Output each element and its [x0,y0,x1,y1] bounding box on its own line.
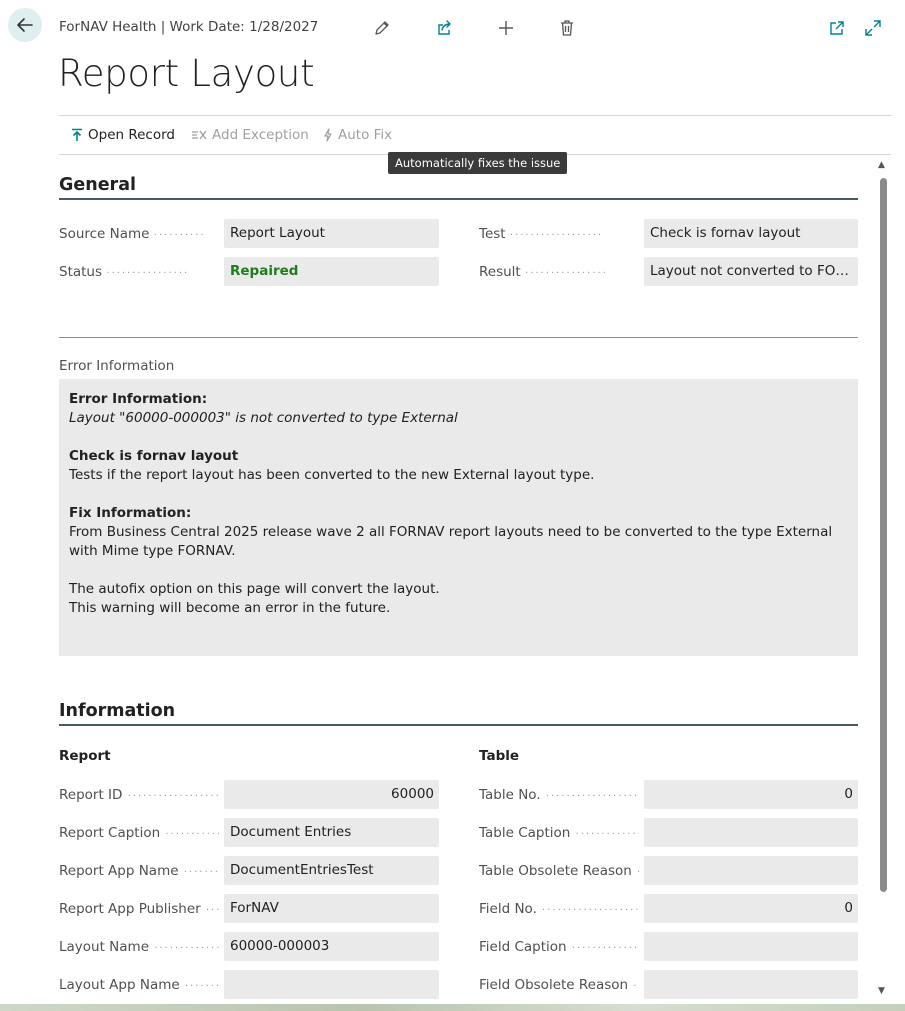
pencil-icon [375,21,389,35]
layout-app-name-label: Layout App Name ························… [59,977,219,993]
result-label: Result ················ [479,264,608,280]
information-section-title[interactable]: Information [59,701,175,721]
error-information-caption: Error Information [59,358,175,374]
layout-app-name-field[interactable] [224,970,439,999]
report-caption-label: Report Caption ·························… [59,825,219,841]
share-button[interactable] [432,16,456,40]
page-scrollbar[interactable]: ▲ ▼ [876,158,890,1000]
scroll-thumb[interactable] [880,178,887,892]
report-id-label: Report ID ······························… [59,787,219,803]
desktop-background-strip [0,1004,905,1011]
page-title: Report Layout [58,52,315,95]
expand-button[interactable] [861,16,885,40]
source-name-field[interactable]: Report Layout [224,219,439,248]
error-info-divider [59,337,858,338]
back-button[interactable] [8,8,42,42]
table-no-field[interactable]: 0 [644,780,858,809]
check-text: Tests if the report layout has been conv… [69,467,595,483]
general-section-title[interactable]: General [59,175,136,195]
table-obsolete-reason-label: Table Obsolete Reason ··················… [479,863,639,879]
report-app-name-field[interactable]: DocumentEntriesTest [224,856,439,885]
action-bar: Open Record Add Exception Auto Fix [59,115,891,155]
new-button[interactable] [494,16,518,40]
open-in-new-window-icon [830,21,844,35]
auto-fix-tooltip: Automatically fixes the issue [388,152,568,174]
layout-name-field[interactable]: 60000-000003 [224,932,439,961]
table-obsolete-reason-field[interactable] [644,856,858,885]
report-caption-field[interactable]: Document Entries [224,818,439,847]
result-field[interactable]: Layout not converted to FORN... [644,257,858,286]
field-obsolete-reason-field[interactable] [644,970,858,999]
trash-icon [561,20,573,36]
test-label: Test ·················· [479,226,604,242]
autofix-line: The autofix option on this page will con… [69,581,440,597]
report-id-field[interactable]: 60000 [224,780,439,809]
lightning-icon [324,128,332,142]
status-field[interactable]: Repaired [224,257,439,286]
status-label: Status ················ [59,264,190,280]
test-field[interactable]: Check is fornav layout [644,219,858,248]
error-information-box[interactable]: Error Information: Layout "60000-000003"… [59,379,858,656]
table-no-label: Table No. ······························… [479,787,639,803]
table-caption-field[interactable] [644,818,858,847]
plus-icon [499,21,513,35]
information-section-divider [59,724,858,726]
add-exception-button[interactable]: Add Exception [191,127,309,143]
open-record-icon [72,128,82,141]
field-obsolete-reason-label: Field Obsolete Reason ··················… [479,977,639,993]
table-caption-label: Table Caption ··························… [479,825,639,841]
top-bar: ForNAV Health | Work Date: 1/28/2027 [0,0,905,56]
source-name-label: Source Name ·········· [59,226,206,242]
open-record-button[interactable]: Open Record [71,127,175,143]
error-heading: Error Information: [69,391,208,407]
error-detail: Layout "60000-000003" is not converted t… [69,410,458,426]
layout-name-label: Layout Name ····························… [59,939,219,955]
report-app-publisher-field[interactable]: ForNAV [224,894,439,923]
share-icon [438,20,451,35]
edit-button[interactable] [370,16,394,40]
field-caption-field[interactable] [644,932,858,961]
fix-text: From Business Central 2025 release wave … [69,524,833,559]
table-group-heading: Table [479,748,520,764]
back-arrow-icon [17,18,33,32]
scroll-up-icon[interactable]: ▲ [878,160,885,170]
field-no-field[interactable]: 0 [644,894,858,923]
add-exception-label: Add Exception [212,127,309,143]
expand-icon [865,20,881,36]
breadcrumb: ForNAV Health | Work Date: 1/28/2027 [59,19,319,35]
field-caption-label: Field Caption ··························… [479,939,639,955]
open-record-label: Open Record [88,127,175,143]
add-exception-icon [192,130,207,140]
fix-heading: Fix Information: [69,505,192,521]
field-no-label: Field No. ······························… [479,901,639,917]
report-app-name-label: Report App Name ························… [59,863,219,879]
warning-line: This warning will become an error in the… [69,600,391,616]
auto-fix-button[interactable]: Auto Fix [323,127,392,143]
scroll-down-icon[interactable]: ▼ [878,986,885,996]
check-heading: Check is fornav layout [69,448,239,464]
auto-fix-label: Auto Fix [338,127,393,143]
report-app-publisher-label: Report App Publisher ···················… [59,901,219,917]
open-in-new-window-button[interactable] [825,16,849,40]
general-section-divider [59,198,858,200]
report-group-heading: Report [59,748,111,764]
delete-button[interactable] [555,16,579,40]
